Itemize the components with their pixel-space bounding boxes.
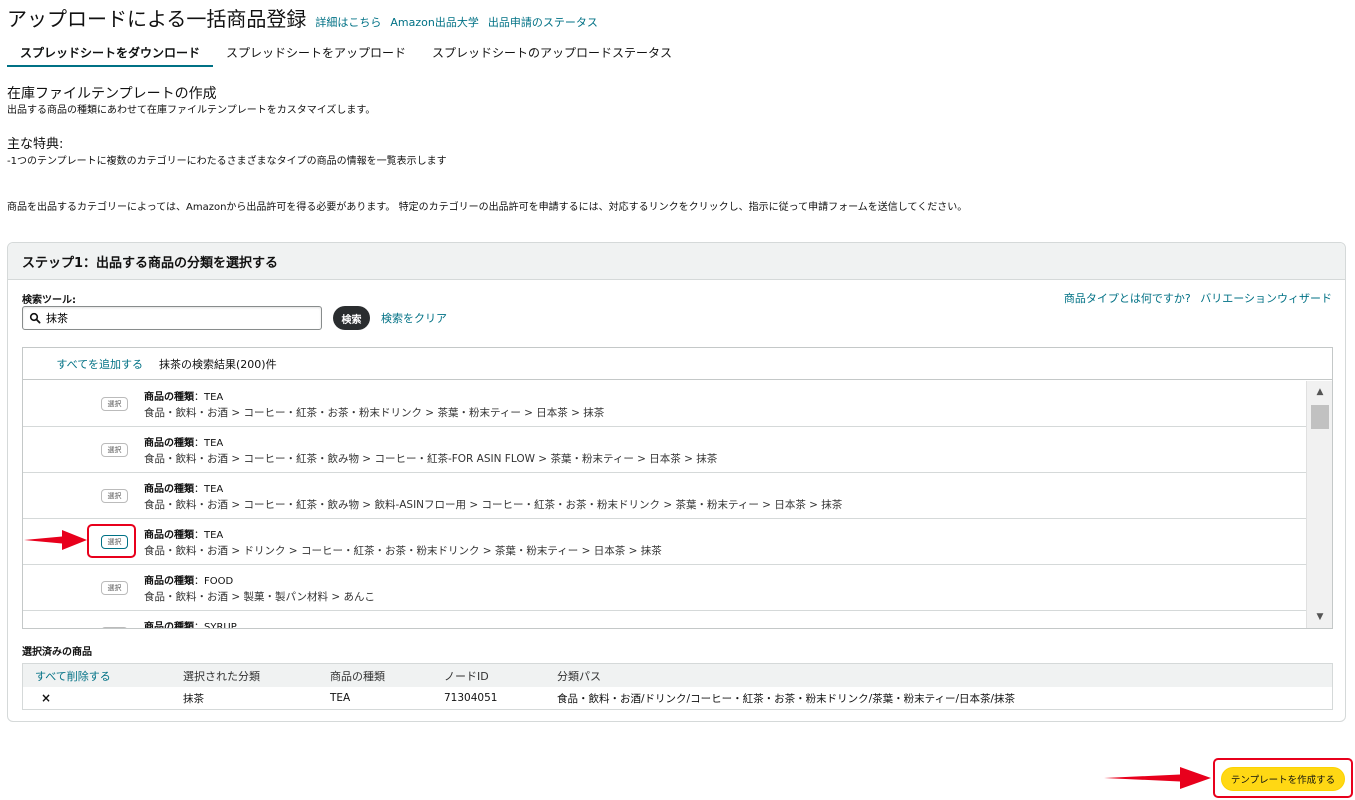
remove-all-link[interactable]: すべて削除する xyxy=(23,668,183,684)
result-row: 選択 商品の種類：TEA 食品・飲料・お酒 > コーヒー・紅茶・お茶・粉末ドリン… xyxy=(23,381,1306,427)
annotation-highlight-select xyxy=(87,524,136,558)
application-status-link[interactable]: 出品申請のステータス xyxy=(488,14,598,30)
details-link[interactable]: 詳細はこちら xyxy=(315,14,381,30)
page-header: アップロードによる一括商品登録 詳細はこちら Amazon出品大学 出品申請のス… xyxy=(7,3,598,32)
page-title: アップロードによる一括商品登録 xyxy=(7,7,307,31)
scroll-thumb[interactable] xyxy=(1311,405,1329,429)
annotation-highlight-create xyxy=(1213,758,1353,798)
type-label: 商品の種類 xyxy=(144,576,194,587)
approval-notice: 商品を出品するカテゴリーによっては、Amazonから出品許可を得る必要があります… xyxy=(7,202,968,213)
table-row: × 抹茶 TEA 71304051 食品・飲料・お酒/ドリンク/コーヒー・紅茶・… xyxy=(23,687,1332,709)
select-button[interactable]: 選択 xyxy=(101,397,128,411)
results-header: すべてを追加する 抹茶の検索結果(200)件 xyxy=(23,348,1332,380)
step1-title: ステップ1：出品する商品の分類を選択する xyxy=(8,243,1345,280)
selected-category: 抹茶 xyxy=(183,692,204,705)
results-scrollbar[interactable]: ▲ ▼ xyxy=(1306,381,1332,628)
selected-products-table: すべて削除する 選択された分類 商品の種類 ノードID 分類パス × 抹茶 TE… xyxy=(22,663,1333,710)
type-label: 商品の種類 xyxy=(144,484,194,495)
category-path: 食品・飲料・お酒 > コーヒー・紅茶・お茶・粉末ドリンク > 茶葉・粉末ティー … xyxy=(144,407,605,419)
select-button[interactable]: 選択 xyxy=(101,581,128,595)
tab-upload-spreadsheet[interactable]: スプレッドシートをアップロード xyxy=(213,40,419,67)
search-input[interactable] xyxy=(46,311,306,325)
product-type: TEA xyxy=(204,530,224,541)
annotation-arrow-icon xyxy=(1104,767,1211,789)
result-row: 選択 商品の種類：TEA 食品・飲料・お酒 > コーヒー・紅茶・飲み物 > 飲料… xyxy=(23,473,1306,519)
selected-node-id: 71304051 xyxy=(444,692,498,704)
product-type: TEA xyxy=(204,392,224,403)
search-results: すべてを追加する 抹茶の検索結果(200)件 選択 商品の種類：TEA 食品・飲… xyxy=(22,347,1333,629)
seller-university-link[interactable]: Amazon出品大学 xyxy=(390,14,478,30)
type-label: 商品の種類 xyxy=(144,622,194,628)
column-header: 商品の種類 xyxy=(330,669,385,683)
category-path: 食品・飲料・お酒 > 製菓・製パン材料 > あんこ xyxy=(144,591,375,603)
type-label: 商品の種類 xyxy=(144,438,194,449)
product-type: TEA xyxy=(204,484,224,495)
step1-panel: ステップ1：出品する商品の分類を選択する 検索ツール: 検索 検索をクリア 商品… xyxy=(7,242,1346,722)
search-icon xyxy=(29,312,41,324)
tab-bar: スプレッドシートをダウンロード スプレッドシートをアップロード スプレッドシート… xyxy=(7,40,685,67)
selected-type: TEA xyxy=(330,692,351,704)
section-description: 出品する商品の種類にあわせて在庫ファイルテンプレートをカスタマイズします。 xyxy=(7,105,376,116)
select-button[interactable]: 選択 xyxy=(101,489,128,503)
selected-products-title: 選択済みの商品 xyxy=(22,647,92,658)
add-all-link[interactable]: すべてを追加する xyxy=(23,356,143,372)
selected-table-header: すべて削除する 選択された分類 商品の種類 ノードID 分類パス xyxy=(23,664,1332,687)
clear-search-link[interactable]: 検索をクリア xyxy=(381,310,447,326)
features-title: 主な特典: xyxy=(7,137,64,152)
tab-download-spreadsheet[interactable]: スプレッドシートをダウンロード xyxy=(7,40,214,67)
column-header: 選択された分類 xyxy=(183,669,260,683)
product-type: SYRUP xyxy=(204,622,237,628)
scroll-down-arrow-icon[interactable]: ▼ xyxy=(1307,606,1333,628)
results-list: 選択 商品の種類：TEA 食品・飲料・お酒 > コーヒー・紅茶・お茶・粉末ドリン… xyxy=(23,381,1306,628)
result-row: 選択 商品の種類：TEA 食品・飲料・お酒 > コーヒー・紅茶・飲み物 > コー… xyxy=(23,427,1306,473)
product-type: TEA xyxy=(204,438,224,449)
variation-wizard-link[interactable]: バリエーションウィザード xyxy=(1200,292,1332,305)
remove-icon[interactable]: × xyxy=(23,691,183,705)
feature-item: -1つのテンプレートに複数のカテゴリーにわたるさまざまなタイプの商品の情報を一覧… xyxy=(7,156,447,167)
help-links: 商品タイプとは何ですか? バリエーションウィザード xyxy=(1058,290,1332,306)
annotation-arrow-icon xyxy=(24,530,87,550)
tab-upload-status[interactable]: スプレッドシートのアップロードステータス xyxy=(419,40,685,67)
result-row: 選択 商品の種類：SYRUP xyxy=(23,611,1306,628)
select-button[interactable]: 選択 xyxy=(101,443,128,457)
column-header: ノードID xyxy=(444,669,489,683)
select-button[interactable]: 選択 xyxy=(101,627,128,628)
search-box[interactable] xyxy=(22,306,322,330)
category-path: 食品・飲料・お酒 > ドリンク > コーヒー・紅茶・お茶・粉末ドリンク > 茶葉… xyxy=(144,545,662,557)
product-type-help-link[interactable]: 商品タイプとは何ですか? xyxy=(1064,292,1191,305)
result-row: 選択 商品の種類：FOOD 食品・飲料・お酒 > 製菓・製パン材料 > あんこ xyxy=(23,565,1306,611)
search-label: 検索ツール: xyxy=(22,295,76,306)
results-count: 抹茶の検索結果(200)件 xyxy=(159,357,277,371)
section-title: 在庫ファイルテンプレートの作成 xyxy=(7,86,217,102)
product-type: FOOD xyxy=(204,576,234,587)
result-row: 選択 商品の種類：TEA 食品・飲料・お酒 > ドリンク > コーヒー・紅茶・お… xyxy=(23,519,1306,565)
type-label: 商品の種類 xyxy=(144,530,194,541)
category-path: 食品・飲料・お酒 > コーヒー・紅茶・飲み物 > 飲料-ASINフロー用 > コ… xyxy=(144,499,843,511)
search-button[interactable]: 検索 xyxy=(333,306,370,330)
type-label: 商品の種類 xyxy=(144,392,194,403)
column-header: 分類パス xyxy=(557,669,601,683)
category-path: 食品・飲料・お酒 > コーヒー・紅茶・飲み物 > コーヒー・紅茶-FOR ASI… xyxy=(144,453,718,465)
scroll-up-arrow-icon[interactable]: ▲ xyxy=(1307,381,1333,403)
selected-path: 食品・飲料・お酒/ドリンク/コーヒー・紅茶・お茶・粉末ドリンク/茶葉・粉末ティー… xyxy=(557,692,1016,705)
